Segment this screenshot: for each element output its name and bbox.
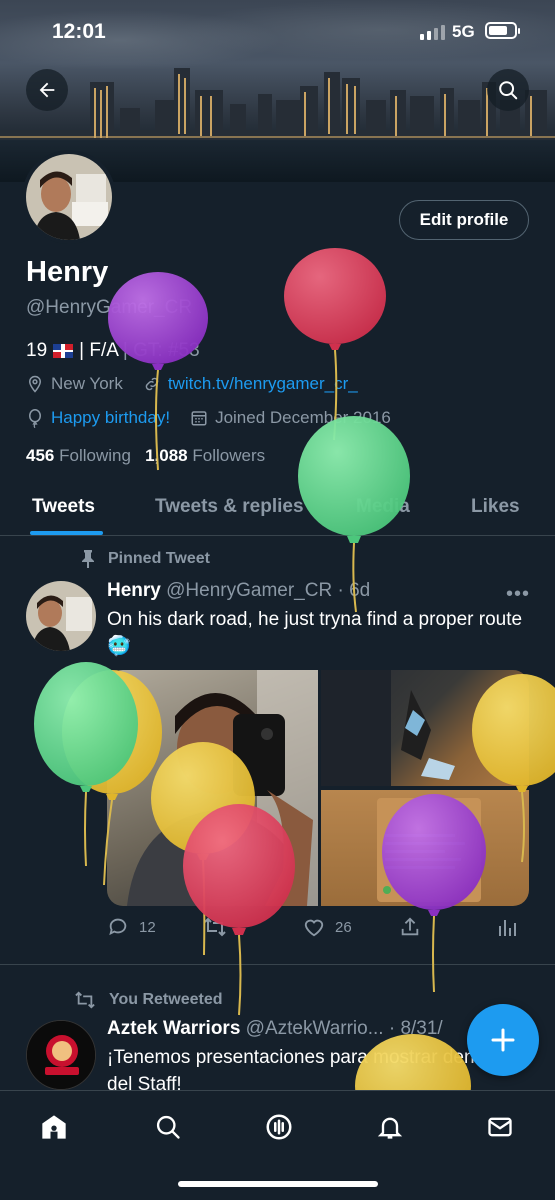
avatar-photo [26, 154, 112, 240]
plus-icon [491, 1028, 515, 1052]
tweet-author[interactable]: Aztek Warriors [107, 1018, 240, 1039]
joined-date: Joined December 2016 [215, 408, 391, 427]
tweet-time: 6d [349, 580, 371, 601]
status-bar: 12:01 5G [0, 0, 555, 60]
balloon-icon [26, 408, 44, 428]
nav-messages[interactable] [480, 1109, 520, 1145]
like-button[interactable]: 26 [303, 916, 352, 938]
tweet-header: Henry @HenryGamer_CR · 6d [107, 580, 371, 601]
tweet-avatar[interactable] [26, 581, 96, 651]
share-button[interactable] [399, 916, 421, 938]
media-image-note[interactable] [321, 790, 529, 906]
dominican-flag-icon [53, 344, 74, 358]
location-pin-icon [26, 375, 44, 393]
compose-tweet-button[interactable] [467, 1004, 539, 1076]
followers-stat[interactable]: 1,088 Followers [145, 446, 265, 465]
profile-tabs: Tweets Tweets & replies Media Likes [0, 486, 555, 536]
nav-notifications[interactable] [370, 1109, 410, 1145]
birthday-link[interactable]: Happy birthday! [51, 408, 170, 428]
tweet-author[interactable]: Henry [107, 580, 161, 601]
profile-name: Henry [26, 256, 109, 288]
spaces-icon [266, 1114, 292, 1140]
tweet-divider [0, 964, 555, 965]
analytics-icon [499, 920, 516, 936]
share-icon [401, 917, 419, 936]
retweet-context: You Retweeted [73, 990, 223, 1010]
tweet-actions: 12 26 [107, 916, 517, 942]
like-count: 26 [335, 918, 352, 936]
battery-icon [485, 22, 520, 39]
tweet-handle: @HenryGamer_CR [166, 580, 333, 601]
tab-media[interactable]: Media [356, 496, 410, 518]
reply-icon [109, 918, 127, 936]
reply-button[interactable]: 12 [107, 916, 156, 938]
profile-bio: 19 | F/A | GT: #53 [26, 340, 200, 362]
tweet-handle: @AztekWarrio... [245, 1018, 384, 1039]
pinned-label: Pinned Tweet [80, 550, 210, 568]
more-options-icon[interactable]: ••• [506, 583, 530, 606]
tweet-media[interactable] [107, 670, 529, 906]
active-tab-indicator [30, 531, 103, 535]
search-icon [156, 1115, 180, 1139]
status-time: 12:01 [52, 20, 106, 43]
profile-location: New York [51, 374, 123, 393]
heart-icon [304, 919, 324, 937]
reply-count: 12 [139, 918, 156, 936]
profile-link[interactable]: twitch.tv/henrygamer_cr_ [168, 374, 358, 394]
tab-tweets[interactable]: Tweets [32, 496, 95, 518]
media-image-selfie[interactable] [107, 670, 318, 906]
follow-counts: 456 Following 1,088 Followers [26, 446, 265, 466]
network-label: 5G [452, 22, 475, 41]
profile-handle: @HenryGamer_CR [26, 297, 193, 318]
home-indicator [178, 1181, 378, 1187]
nav-spaces[interactable] [259, 1109, 299, 1145]
link-icon [143, 375, 161, 393]
banner-skyline [0, 68, 555, 146]
bell-icon [377, 1117, 403, 1139]
edit-profile-button[interactable]: Edit profile [399, 200, 529, 240]
tab-tweets-replies[interactable]: Tweets & replies [155, 496, 304, 518]
mail-icon [488, 1117, 512, 1137]
bio-gt: | GT: #53 [122, 340, 200, 361]
pin-icon [82, 550, 94, 568]
retweet-button[interactable] [203, 916, 237, 938]
retweet-icon [75, 991, 95, 1009]
profile-avatar[interactable] [22, 150, 116, 244]
back-button[interactable] [26, 69, 68, 111]
media-image-shoes[interactable] [321, 670, 529, 786]
bio-text: | F/A [79, 340, 119, 361]
home-icon [42, 1115, 66, 1139]
profile-meta-row-1: New York twitch.tv/henrygamer_cr_ [26, 374, 358, 394]
back-arrow-icon [39, 82, 55, 98]
bio-age: 19 [26, 340, 48, 361]
nav-search[interactable] [148, 1109, 188, 1145]
tweet-text: On his dark road, he just tryna find a p… [107, 609, 523, 657]
search-icon [499, 81, 518, 100]
tweet-header: Aztek Warriors @AztekWarrio... · 8/31/ [107, 1018, 443, 1039]
analytics-button[interactable] [497, 916, 517, 938]
calendar-icon [190, 409, 208, 427]
search-button[interactable] [487, 69, 529, 111]
tweet-time: 8/31/ [400, 1018, 443, 1039]
tab-likes[interactable]: Likes [471, 496, 520, 518]
tweet-avatar[interactable] [26, 1020, 96, 1090]
signal-icon [420, 24, 445, 40]
nav-home[interactable] [34, 1109, 74, 1145]
retweet-icon [204, 917, 226, 937]
following-stat[interactable]: 456 Following [26, 446, 131, 465]
profile-meta-row-2: Happy birthday! Joined December 2016 [26, 408, 391, 428]
